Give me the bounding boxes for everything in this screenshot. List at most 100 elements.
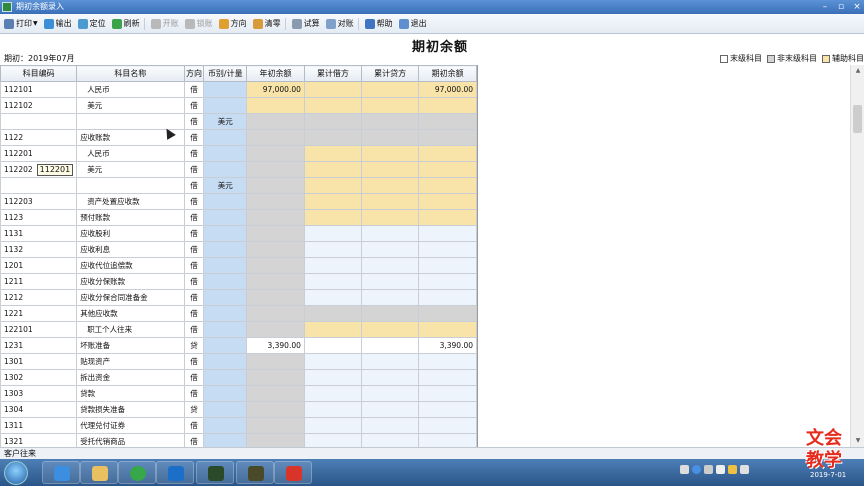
cell-code[interactable]: 122101 [0,321,78,338]
cell-opening-balance[interactable] [246,417,305,434]
table-row[interactable]: 1321 受托代销商品 借 [0,433,477,447]
cell-debit-total[interactable] [303,385,363,402]
cell-name[interactable]: 坏账准备 [76,337,185,354]
cell-credit-total[interactable] [361,369,420,386]
cell-currency[interactable] [203,97,248,114]
table-row[interactable]: 1303 贷款 借 [0,385,477,402]
cell-direction[interactable]: 借 [183,193,205,210]
cell-credit-total[interactable] [361,209,420,226]
cell-period-balance[interactable] [418,97,477,114]
cell-opening-balance[interactable] [246,113,305,130]
network-icon[interactable] [716,465,725,474]
cell-period-balance[interactable] [418,433,477,447]
cell-direction[interactable]: 借 [183,353,205,370]
cell-period-balance[interactable] [418,177,477,194]
cell-debit-total[interactable] [303,321,363,338]
cell-direction[interactable]: 借 [183,225,205,242]
cell-name[interactable]: 应收利息 [76,241,185,258]
cell-currency[interactable]: 美元 [203,113,248,130]
cell-credit-total[interactable] [361,305,420,322]
cell-opening-balance[interactable] [246,257,305,274]
cell-debit-total[interactable] [303,417,363,434]
cell-direction[interactable]: 贷 [183,337,205,354]
cell-code[interactable]: 112101 [0,81,78,98]
cell-name[interactable]: 贴现资产 [76,353,185,370]
table-row[interactable]: 1311 代理兑付证券 借 [0,417,477,434]
cell-currency[interactable] [203,81,248,98]
table-row[interactable]: 1212 应收分保合同准备金 借 [0,289,477,306]
cell-period-balance[interactable] [418,209,477,226]
cell-opening-balance[interactable] [246,145,305,162]
help-tray-icon[interactable] [692,465,701,474]
cell-name[interactable]: 美元 [76,161,185,178]
cell-credit-total[interactable] [361,145,420,162]
cell-currency[interactable] [203,225,248,242]
table-row[interactable]: 1211 应收分保账款 借 [0,273,477,290]
toolbar-direction-button[interactable]: 方向 [218,15,247,32]
cell-opening-balance[interactable] [246,289,305,306]
cell-currency[interactable] [203,257,248,274]
cell-debit-total[interactable] [303,193,363,210]
cell-code[interactable]: 1303 [0,385,78,402]
cell-credit-total[interactable] [361,97,420,114]
cell-opening-balance[interactable] [246,369,305,386]
cell-name[interactable]: 拆出资金 [76,369,185,386]
cell-period-balance[interactable] [418,273,477,290]
cell-period-balance[interactable] [418,401,477,418]
taskbar-browser[interactable] [118,461,156,484]
flag-icon[interactable] [728,465,737,474]
cell-currency[interactable] [203,401,248,418]
cell-opening-balance[interactable] [246,241,305,258]
cell-debit-total[interactable] [303,433,363,447]
cell-debit-total[interactable] [303,289,363,306]
cell-name[interactable]: 应收分保账款 [76,273,185,290]
cell-debit-total[interactable] [303,353,363,370]
cell-currency[interactable] [203,161,248,178]
toolbar-clear-button[interactable]: 清零 [252,15,281,32]
cell-currency[interactable] [203,433,248,447]
cell-currency[interactable] [203,353,248,370]
cell-direction[interactable]: 借 [183,385,205,402]
cell-name[interactable]: 人民币 [76,145,185,162]
cell-code[interactable]: 1302 [0,369,78,386]
cell-name[interactable]: 应收分保合同准备金 [76,289,185,306]
toolbar-open-account-button[interactable]: 开账 [150,15,179,32]
cell-debit-total[interactable] [303,97,363,114]
cell-credit-total[interactable] [361,385,420,402]
cell-currency[interactable] [203,321,248,338]
cell-debit-total[interactable] [303,177,363,194]
taskbar-explorer[interactable] [80,461,118,484]
cell-code[interactable] [0,177,78,194]
cell-credit-total[interactable] [361,177,420,194]
table-row[interactable]: 112102 美元 借 [0,97,477,114]
cell-code[interactable]: 1321 [0,433,78,447]
cell-code[interactable]: 1311 [0,417,78,434]
cell-name[interactable] [76,177,185,194]
cell-currency[interactable] [203,417,248,434]
cell-period-balance[interactable] [418,417,477,434]
cell-direction[interactable]: 借 [183,241,205,258]
cell-credit-total[interactable] [361,401,420,418]
cell-debit-total[interactable] [303,305,363,322]
cell-credit-total[interactable] [361,81,420,98]
cell-direction[interactable]: 借 [183,177,205,194]
cell-direction[interactable]: 借 [183,433,205,447]
cell-period-balance[interactable]: 3,390.00 [418,337,477,354]
table-row[interactable]: 1221 其他应收款 借 [0,305,477,322]
cell-opening-balance[interactable]: 97,000.00 [246,81,305,98]
taskbar-ufida[interactable] [274,461,312,484]
cell-period-balance[interactable] [418,305,477,322]
cell-credit-total[interactable] [361,129,420,146]
cell-direction[interactable]: 借 [183,305,205,322]
cell-opening-balance[interactable] [246,273,305,290]
cell-name[interactable]: 人民币 [76,81,185,98]
cell-currency[interactable] [203,273,248,290]
cell-opening-balance[interactable] [246,321,305,338]
cell-opening-balance[interactable] [246,225,305,242]
cell-opening-balance[interactable] [246,209,305,226]
cell-opening-balance[interactable] [246,401,305,418]
cell-code[interactable]: 1122 [0,129,78,146]
cell-period-balance[interactable] [418,369,477,386]
cell-credit-total[interactable] [361,353,420,370]
cell-code[interactable]: 1231 [0,337,78,354]
